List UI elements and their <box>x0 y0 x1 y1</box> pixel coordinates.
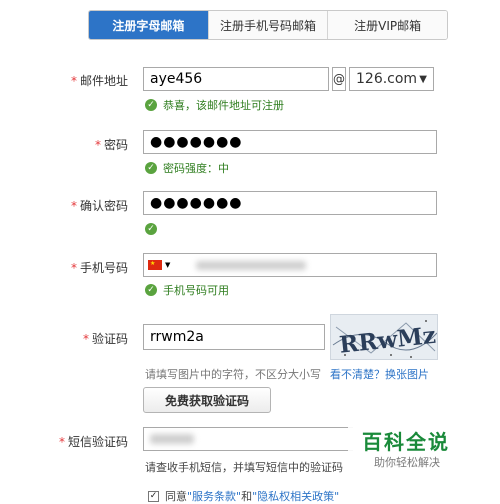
password-strength-tip: ✓ 密码强度：中 <box>145 160 229 176</box>
captcha-noise-graphic: RRwMza <box>332 320 438 359</box>
privacy-link[interactable]: "隐私权相关政策" <box>252 488 339 504</box>
cn-flag-icon[interactable]: ★ <box>148 260 162 270</box>
email-label: * 邮件地址 <box>70 74 128 88</box>
refresh-captcha-link[interactable]: 看不清楚？换张图片 <box>330 366 429 382</box>
terms-link[interactable]: "服务条款" <box>187 488 241 504</box>
phone-tip: ✓ 手机号码可用 <box>145 282 229 298</box>
phone-input[interactable]: ★ ▼ <box>143 253 437 277</box>
phone-number-redacted <box>196 260 307 270</box>
email-domain-select[interactable]: 126.com ▼ <box>349 67 434 91</box>
domain-value: 126.com <box>356 71 418 87</box>
tab-phone-email[interactable]: 注册手机号码邮箱 <box>207 11 328 39</box>
phone-label: * 手机号码 <box>70 261 128 275</box>
captcha-hint: 请填写图片中的字符，不区分大小写 <box>145 368 321 381</box>
confirm-password-input[interactable]: ●●●●●●● <box>143 191 437 215</box>
sms-code-input[interactable] <box>143 427 353 451</box>
confirm-password-label: * 确认密码 <box>70 199 128 213</box>
sms-code-redacted <box>150 434 194 444</box>
check-icon: ✓ <box>145 223 157 235</box>
tab-vip-email[interactable]: 注册VIP邮箱 <box>327 11 447 39</box>
watermark-subtitle: 助你轻松解决 <box>374 456 440 469</box>
check-icon: ✓ <box>145 284 157 296</box>
agreement-row: ✓ 同意 "服务条款" 和 "隐私权相关政策" <box>148 488 339 504</box>
check-icon: ✓ <box>145 162 157 174</box>
agreement-and: 和 <box>241 490 253 503</box>
email-input[interactable]: aye456 <box>143 67 329 91</box>
captcha-input[interactable]: rrwm2a <box>143 324 325 350</box>
at-sign: @ <box>332 67 346 91</box>
watermark-overlay: 百科全说 助你轻松解决 <box>348 420 500 476</box>
captcha-text: RRwMza <box>338 320 438 359</box>
watermark-title: 百科全说 <box>362 430 450 454</box>
get-sms-code-button[interactable]: 免费获取验证码 <box>143 387 271 413</box>
password-input[interactable]: ●●●●●●● <box>143 130 437 154</box>
captcha-label: * 验证码 <box>82 332 128 346</box>
password-label: * 密码 <box>94 138 128 152</box>
sms-code-hint: 请查收手机短信，并填写短信中的验证码 <box>145 461 343 474</box>
tab-letter-email[interactable]: 注册字母邮箱 <box>89 11 208 39</box>
agreement-prefix: 同意 <box>165 490 187 503</box>
country-dropdown-icon[interactable]: ▼ <box>165 261 170 269</box>
registration-tabs: 注册字母邮箱 注册手机号码邮箱 注册VIP邮箱 <box>88 10 448 40</box>
check-icon: ✓ <box>145 99 157 111</box>
sms-code-label: * 短信验证码 <box>58 435 128 449</box>
email-tip: ✓ 恭喜，该邮件地址可注册 <box>145 97 284 113</box>
chevron-down-icon: ▼ <box>419 73 427 85</box>
captcha-image[interactable]: RRwMza <box>330 314 438 360</box>
confirm-password-tip: ✓ <box>145 223 163 235</box>
